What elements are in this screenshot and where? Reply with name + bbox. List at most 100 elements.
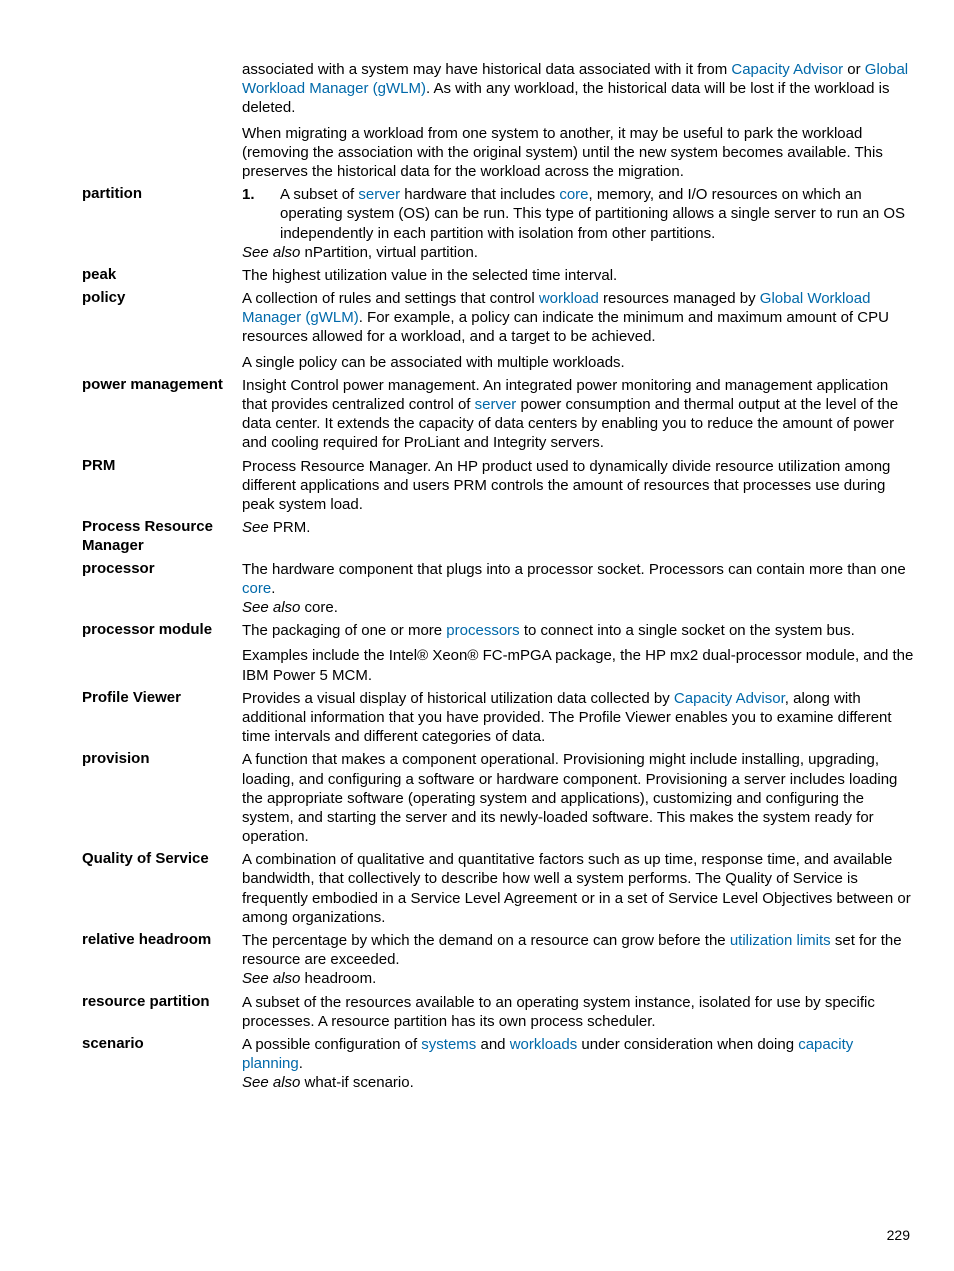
page-number: 229 — [887, 1227, 910, 1243]
term-prm: PRM — [82, 457, 242, 476]
see-also: See also headroom. — [242, 969, 916, 988]
policy-p1: A collection of rules and settings that … — [242, 289, 916, 347]
text: A combination of qualitative and quantit… — [242, 850, 916, 927]
processor-p1: The hardware component that plugs into a… — [242, 560, 916, 598]
text: A collection of rules and settings that … — [242, 290, 539, 307]
text: A subset of — [280, 186, 358, 203]
entry-scenario: scenario A possible configuration of sys… — [82, 1035, 916, 1093]
entry-intro: associated with a system may have histor… — [82, 60, 916, 181]
def-scenario: A possible configuration of systems and … — [242, 1035, 916, 1093]
link-processors[interactable]: processors — [446, 622, 519, 639]
see-text: PRM. — [269, 519, 311, 536]
term-quality-of-service: Quality of Service — [82, 850, 242, 869]
see-also-text: what-if scenario. — [300, 1074, 413, 1091]
def-peak: The highest utilization value in the sel… — [242, 266, 916, 285]
text: or — [843, 61, 865, 78]
term-provision: provision — [82, 750, 242, 769]
text: Insight Control power management. An int… — [242, 376, 916, 453]
def-process-resource-manager: See PRM. — [242, 518, 916, 537]
see-also-label: See also — [242, 970, 300, 987]
term-scenario: scenario — [82, 1035, 242, 1054]
procmod-p1: The packaging of one or more processors … — [242, 621, 916, 640]
text: under consideration when doing — [577, 1036, 798, 1053]
procmod-p2: Examples include the Intel® Xeon® FC-mPG… — [242, 646, 916, 684]
text: . — [299, 1055, 303, 1072]
def-profile-viewer: Provides a visual display of historical … — [242, 689, 916, 747]
def-intro: associated with a system may have histor… — [242, 60, 916, 181]
relhead-p1: The percentage by which the demand on a … — [242, 931, 916, 969]
def-processor: The hardware component that plugs into a… — [242, 560, 916, 618]
see-also-label: See also — [242, 1074, 300, 1091]
term-relative-headroom: relative headroom — [82, 931, 242, 950]
intro-p2: When migrating a workload from one syste… — [242, 124, 916, 182]
intro-p1: associated with a system may have histor… — [242, 60, 916, 118]
see-also-text: core. — [300, 599, 338, 616]
see: See PRM. — [242, 518, 916, 537]
term-processor-module: processor module — [82, 621, 242, 640]
see-also-text: nPartition, virtual partition. — [300, 244, 478, 261]
def-resource-partition: A subset of the resources available to a… — [242, 993, 916, 1031]
text: The packaging of one or more — [242, 622, 446, 639]
term-power-management: power management — [82, 376, 242, 395]
text: A subset of the resources available to a… — [242, 993, 916, 1031]
text: The highest utilization value in the sel… — [242, 266, 916, 285]
entry-processor: processor The hardware component that pl… — [82, 560, 916, 618]
text: A function that makes a component operat… — [242, 750, 916, 846]
term-partition: partition — [82, 185, 242, 204]
def-processor-module: The packaging of one or more processors … — [242, 621, 916, 685]
see-also: See also nPartition, virtual partition. — [242, 243, 916, 262]
list-text: A subset of server hardware that include… — [280, 185, 916, 243]
see-also-text: headroom. — [300, 970, 376, 987]
def-relative-headroom: The percentage by which the demand on a … — [242, 931, 916, 989]
link-utilization-limits[interactable]: utilization limits — [730, 932, 831, 949]
scenario-p1: A possible configuration of systems and … — [242, 1035, 916, 1073]
entry-partition: partition 1. A subset of server hardware… — [82, 185, 916, 262]
link-server[interactable]: server — [358, 186, 400, 203]
link-server[interactable]: server — [475, 396, 517, 413]
list-number: 1. — [242, 185, 280, 243]
see-also-label: See also — [242, 599, 300, 616]
link-workload[interactable]: workload — [539, 290, 599, 307]
text: hardware that includes — [400, 186, 559, 203]
text: and — [476, 1036, 509, 1053]
text: Provides a visual display of historical … — [242, 689, 916, 747]
link-capacity-advisor[interactable]: Capacity Advisor — [731, 61, 843, 78]
entry-processor-module: processor module The packaging of one or… — [82, 621, 916, 685]
term-peak: peak — [82, 266, 242, 285]
def-provision: A function that makes a component operat… — [242, 750, 916, 846]
entry-provision: provision A function that makes a compon… — [82, 750, 916, 846]
link-systems[interactable]: systems — [421, 1036, 476, 1053]
def-partition: 1. A subset of server hardware that incl… — [242, 185, 916, 262]
entry-profile-viewer: Profile Viewer Provides a visual display… — [82, 689, 916, 747]
see-also: See also what-if scenario. — [242, 1073, 916, 1092]
text: A possible configuration of — [242, 1036, 421, 1053]
see-also-label: See also — [242, 244, 300, 261]
link-capacity-advisor[interactable]: Capacity Advisor — [674, 690, 785, 707]
text: Provides a visual display of historical … — [242, 690, 674, 707]
term-resource-partition: resource partition — [82, 993, 242, 1012]
text: to connect into a single socket on the s… — [520, 622, 855, 639]
term-profile-viewer: Profile Viewer — [82, 689, 242, 708]
def-prm: Process Resource Manager. An HP product … — [242, 457, 916, 515]
def-power-management: Insight Control power management. An int… — [242, 376, 916, 453]
policy-p2: A single policy can be associated with m… — [242, 353, 916, 372]
see-label: See — [242, 519, 269, 536]
term-process-resource-manager: Process Resource Manager — [82, 518, 242, 556]
see-also: See also core. — [242, 598, 916, 617]
term-processor: processor — [82, 560, 242, 579]
entry-quality-of-service: Quality of Service A combination of qual… — [82, 850, 916, 927]
text: . — [271, 580, 275, 597]
entry-process-resource-manager: Process Resource Manager See PRM. — [82, 518, 916, 556]
page-container: associated with a system may have histor… — [0, 0, 954, 1271]
text: associated with a system may have histor… — [242, 61, 731, 78]
text: Process Resource Manager. An HP product … — [242, 457, 916, 515]
entry-power-management: power management Insight Control power m… — [82, 376, 916, 453]
text: The hardware component that plugs into a… — [242, 561, 906, 578]
entry-resource-partition: resource partition A subset of the resou… — [82, 993, 916, 1031]
link-core[interactable]: core — [559, 186, 588, 203]
text: resources managed by — [599, 290, 760, 307]
entry-policy: policy A collection of rules and setting… — [82, 289, 916, 372]
entry-relative-headroom: relative headroom The percentage by whic… — [82, 931, 916, 989]
link-workloads[interactable]: workloads — [510, 1036, 578, 1053]
link-core[interactable]: core — [242, 580, 271, 597]
